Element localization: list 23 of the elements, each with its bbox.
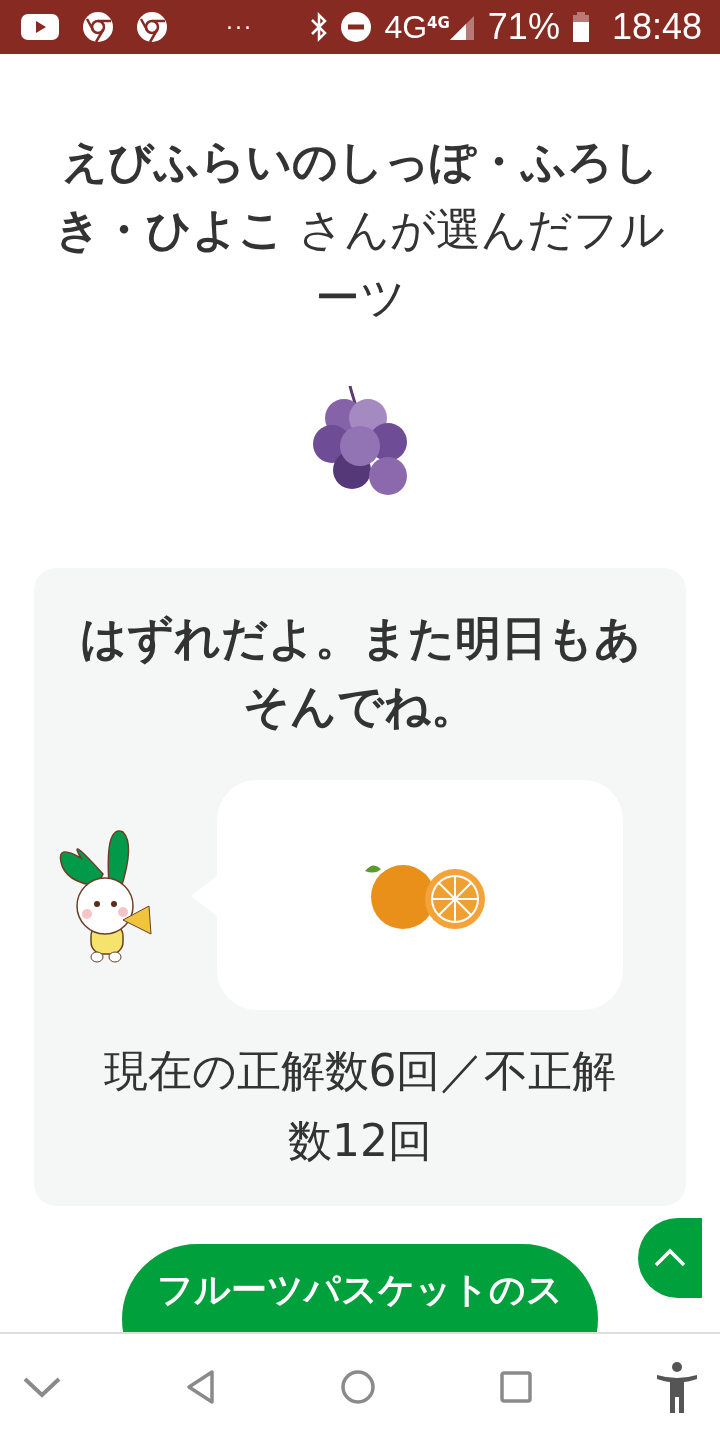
scroll-top-button[interactable] (638, 1218, 702, 1298)
recent-apps-icon[interactable] (500, 1371, 532, 1403)
do-not-disturb-icon (340, 11, 373, 43)
grapes-icon (310, 384, 410, 496)
battery-icon (571, 11, 590, 43)
browser-icon (136, 11, 168, 43)
accessibility-icon[interactable] (656, 1361, 698, 1413)
page-heading: えびふらいのしっぽ・ふろしき・ひよこ さんが選んだフルーツ (53, 134, 667, 326)
staff-blog-button[interactable]: フルーツパスケットのス (122, 1244, 598, 1332)
network-type-text: 4G (427, 14, 450, 32)
clock-text: 18:48 (611, 6, 702, 48)
score-text: 現在の正解数6回／不正解数12回 (102, 1044, 618, 1168)
more-notifications-text: ··· (226, 14, 253, 40)
bluetooth-icon (310, 12, 329, 42)
home-icon[interactable] (340, 1369, 376, 1405)
result-message: はずれだよ。また明日もあそんでね。 (78, 610, 642, 735)
chevron-up-icon (653, 1248, 687, 1268)
video-play-icon (20, 13, 60, 41)
network-type-text: 4G (384, 8, 428, 46)
browser-icon (82, 11, 114, 43)
back-icon[interactable] (186, 1369, 216, 1405)
chevron-down-icon[interactable] (22, 1375, 62, 1399)
battery-percent-text: 71% (487, 6, 560, 48)
